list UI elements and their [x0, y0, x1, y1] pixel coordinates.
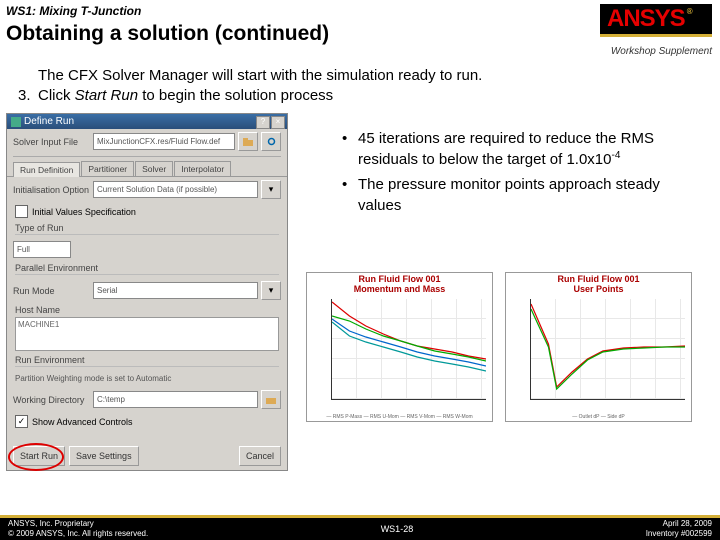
page-number: WS1-28: [381, 524, 414, 534]
show-advanced-checkbox[interactable]: ✓: [15, 415, 28, 428]
init-option-select[interactable]: Current Solution Data (if possible): [93, 181, 258, 198]
reload-button[interactable]: [261, 132, 281, 151]
chart-svg: [332, 299, 486, 399]
reload-icon: [267, 137, 276, 146]
folder-icon: [243, 138, 253, 146]
chart-legend: — RMS P-Mass — RMS U-Mom — RMS V-Mom — R…: [307, 414, 492, 420]
tab-interpolator[interactable]: Interpolator: [174, 161, 231, 176]
folder-icon: [266, 396, 276, 404]
init-option-label: Initialisation Option: [13, 185, 93, 195]
slide-header: WS1: Mixing T-Junction Obtaining a solut…: [0, 0, 720, 58]
dialog-tabs: Run Definition Partitioner Solver Interp…: [7, 159, 287, 177]
tab-partitioner[interactable]: Partitioner: [81, 161, 134, 176]
solver-file-label: Solver Input File: [13, 137, 93, 147]
browse-wd-button[interactable]: [261, 390, 281, 409]
save-settings-button[interactable]: Save Settings: [69, 446, 139, 466]
init-values-checkbox[interactable]: [15, 205, 28, 218]
dialog-titlebar: Define Run ? ×: [7, 114, 287, 129]
chart-svg: [531, 299, 685, 399]
run-mode-select[interactable]: Serial: [93, 282, 258, 299]
supplement-label: Workshop Supplement: [611, 46, 712, 57]
parallel-env-label: Parallel Environment: [7, 261, 287, 273]
dropdown-icon-2[interactable]: ▾: [261, 281, 281, 300]
dropdown-icon[interactable]: ▾: [261, 180, 281, 199]
bullet-list: 45 iterations are required to reduce the…: [302, 128, 714, 216]
solver-file-input[interactable]: MixJunctionCFX.res/Fluid Flow.def: [93, 133, 235, 150]
cancel-button[interactable]: Cancel: [239, 446, 281, 466]
wd-label: Working Directory: [13, 395, 93, 405]
close-button[interactable]: ×: [271, 116, 285, 129]
run-mode-label: Run Mode: [13, 286, 93, 296]
chart-momentum-mass: Run Fluid Flow 001Momentum and Mass — RM…: [306, 272, 493, 422]
define-run-dialog: Define Run ? × Solver Input File MixJunc…: [6, 113, 288, 471]
run-env-label: Run Environment: [7, 353, 287, 365]
wd-input[interactable]: C:\temp: [93, 391, 258, 408]
type-value[interactable]: Full: [13, 241, 71, 258]
type-run-label: Type of Run: [7, 221, 287, 233]
highlight-oval: [8, 443, 64, 471]
chart-legend: — Outlet dP — Side dP: [506, 414, 691, 420]
instruction-text: The CFX Solver Manager will start with t…: [0, 58, 720, 111]
show-advanced-label: Show Advanced Controls: [32, 417, 133, 427]
ansys-logo: ANSYS®: [600, 4, 712, 37]
help-button[interactable]: ?: [256, 116, 270, 129]
host-list[interactable]: MACHINE1: [15, 317, 279, 351]
app-icon: [11, 117, 21, 127]
tab-run-definition[interactable]: Run Definition: [13, 162, 80, 177]
host-label: Host Name: [7, 303, 287, 315]
init-values-label: Initial Values Specification: [32, 207, 136, 217]
browse-button[interactable]: [238, 132, 258, 151]
slide-footer: ANSYS, Inc. Proprietary© 2009 ANSYS, Inc…: [0, 515, 720, 540]
tab-solver[interactable]: Solver: [135, 161, 173, 176]
chart-user-points: Run Fluid Flow 001User Points — Outlet d…: [505, 272, 692, 422]
partition-note: Partition Weighting mode is set to Autom…: [7, 370, 287, 387]
